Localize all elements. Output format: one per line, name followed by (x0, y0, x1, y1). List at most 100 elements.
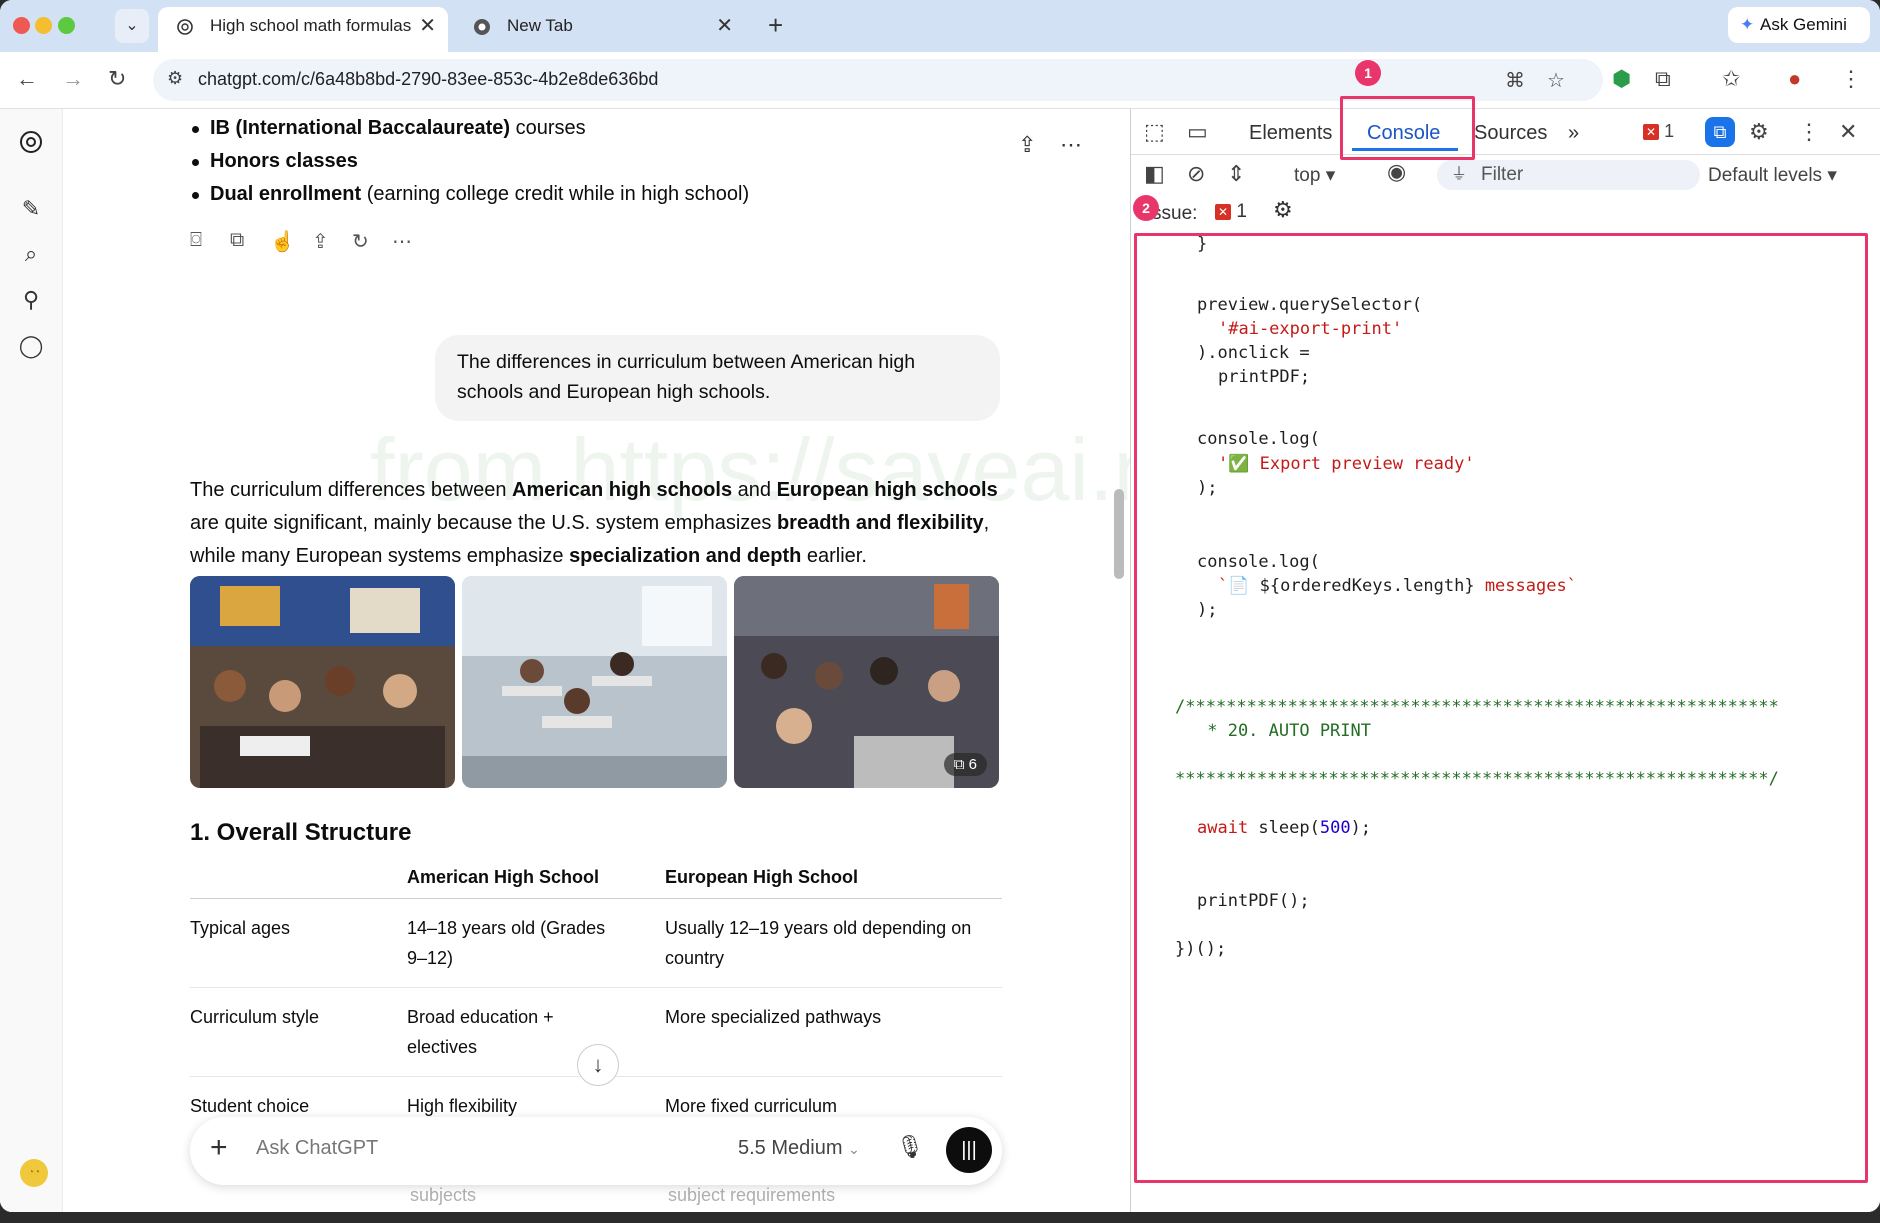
thumbs-icon[interactable]: ☝ (270, 229, 295, 254)
close-devtools-icon[interactable]: ✕ (1839, 119, 1857, 145)
sidebar-toggle-icon[interactable]: ◧ (1144, 161, 1165, 187)
live-expression-eye-icon[interactable]: ◉ (1387, 159, 1406, 185)
tab-sources[interactable]: Sources (1474, 122, 1547, 145)
issues-counter[interactable]: ✕ 1 (1215, 201, 1247, 223)
table-cell: 14–18 years old (Grades 9–12) (407, 898, 665, 988)
bookmark-star-icon[interactable]: ☆ (1547, 68, 1565, 93)
classroom-image[interactable] (190, 576, 455, 788)
tab-new-tab[interactable]: New Tab ✕ (455, 7, 745, 52)
callout-badge: 2 (1133, 195, 1159, 221)
address-bar[interactable]: ⚙ chatgpt.com/c/6a48b8bd-2790-83ee-853c-… (153, 59, 1603, 101)
device-toolbar-icon[interactable]: ▭ (1187, 119, 1208, 145)
tab-chatgpt[interactable]: High school math formulas ✕ (158, 7, 448, 52)
code-line: /***************************************… (1175, 697, 1779, 717)
table-header (190, 857, 407, 899)
voice-mode-button[interactable]: ||| (946, 1127, 992, 1173)
user-avatar[interactable]: ◔◔ (20, 1159, 48, 1187)
pin-icon[interactable]: ⚲ (18, 287, 44, 313)
collapse-icon[interactable]: ⇕ (1227, 161, 1245, 187)
error-icon: ✕ (1643, 124, 1660, 141)
table-cell-partial: subjects (410, 1185, 477, 1205)
list-item: Dual enrollment (earning college credit … (191, 183, 750, 205)
devtools-menu-icon[interactable]: ⋮ (1798, 119, 1820, 145)
page-scrollbar[interactable] (1114, 489, 1124, 579)
console-tab-highlight (1340, 96, 1475, 160)
table-header: European High School (665, 857, 1002, 899)
tab-title: New Tab (507, 16, 573, 35)
code-line: } (1197, 234, 1208, 254)
left-rail: ✎ ⌕ ⚲ ◯ ◔◔ (0, 109, 63, 1212)
ask-gemini-button[interactable]: ✦ Ask Gemini (1728, 7, 1870, 43)
close-tab-icon[interactable]: ✕ (419, 7, 436, 45)
chevron-down-icon: ⌄ (848, 1141, 860, 1157)
console-output: } preview.querySelector( '#ai-export-pri… (1134, 233, 1868, 1183)
minimize-window-button[interactable] (35, 17, 52, 34)
ai-assistance-icon[interactable]: ⧉ (1705, 117, 1735, 147)
classroom-image[interactable] (462, 576, 727, 788)
issues-settings-gear-icon[interactable]: ⚙ (1273, 197, 1293, 223)
translate-icon[interactable]: ⌘ (1505, 68, 1525, 93)
table-cell: Broad education + electives (407, 987, 665, 1077)
close-tab-icon[interactable]: ✕ (716, 7, 733, 45)
reload-icon[interactable]: ↻ (108, 66, 126, 92)
more-options-icon[interactable]: ⋯ (1060, 132, 1082, 158)
chatgpt-favicon-icon (177, 19, 193, 35)
context-selector[interactable]: top ▾ (1294, 164, 1335, 187)
error-counter[interactable]: ✕ 1 (1643, 121, 1674, 142)
clear-console-icon[interactable]: ⊘ (1187, 161, 1205, 187)
code-line: * 20. AUTO PRINT (1197, 721, 1371, 741)
list-item: IB (International Baccalaureate) courses (192, 117, 586, 139)
copy-icon[interactable]: ⧉ (230, 229, 244, 252)
more-tabs-icon[interactable]: » (1568, 122, 1579, 145)
scroll-down-button[interactable]: ↓ (577, 1044, 619, 1086)
error-icon: ✕ (1215, 203, 1232, 220)
browser-menu-icon[interactable]: ⋮ (1840, 66, 1862, 92)
code-line: ).onclick = (1197, 343, 1310, 363)
image-count-badge[interactable]: ⧉ 6 (943, 753, 987, 776)
new-tab-plus-icon[interactable]: + (768, 10, 783, 41)
code-line: await sleep(500); (1197, 818, 1372, 838)
zoom-window-button[interactable] (58, 17, 75, 34)
inspect-element-icon[interactable]: ⬚ (1144, 119, 1165, 145)
share-icon[interactable]: ⇪ (312, 229, 329, 254)
browser-toolbar: ← → ↻ ⚙ chatgpt.com/c/6a48b8bd-2790-83ee… (0, 52, 1880, 109)
browser-window: ⌄ High school math formulas ✕ New Tab ✕ … (0, 0, 1880, 1212)
profile-avatar-icon[interactable]: ● (1788, 66, 1801, 92)
image-gallery: ⧉ 6 (190, 576, 1002, 788)
table-header: American High School (407, 857, 665, 899)
settings-gear-icon[interactable]: ⚙ (1749, 119, 1769, 145)
close-window-button[interactable] (13, 17, 30, 34)
code-line: console.log( (1197, 552, 1320, 572)
search-icon[interactable]: ⌕ (18, 241, 44, 267)
regenerate-icon[interactable]: ↻ (352, 229, 369, 254)
bookmarks-icon[interactable]: ✩ (1722, 66, 1740, 92)
table-row: Typical ages 14–18 years old (Grades 9–1… (190, 898, 1002, 988)
classroom-image[interactable]: ⧉ 6 (734, 576, 999, 788)
code-line: '✅ Export preview ready' (1218, 454, 1475, 474)
code-line: console.log( (1197, 429, 1320, 449)
back-arrow-icon[interactable]: ← (16, 66, 38, 92)
log-levels-dropdown[interactable]: Default levels ▾ (1708, 164, 1837, 187)
tab-elements[interactable]: Elements (1249, 122, 1332, 145)
chatgpt-logo-icon[interactable] (18, 129, 44, 155)
share-icon[interactable]: ⇪ (1018, 132, 1036, 158)
table-header-row: American High School European High Schoo… (190, 857, 1002, 899)
extension-shield-icon[interactable]: ⬢ (1612, 66, 1631, 92)
chat-bubble-icon[interactable]: ◯ (18, 333, 44, 359)
more-icon[interactable]: ⋯ (392, 229, 412, 254)
site-settings-icon[interactable]: ⚙ (167, 68, 183, 89)
comparison-table: American High School European High Schoo… (190, 857, 1002, 1135)
microphone-icon[interactable]: 🎙 (896, 1134, 924, 1160)
chat-input[interactable]: Ask ChatGPT (256, 1137, 378, 1160)
add-attachment-icon[interactable]: + (210, 1131, 228, 1165)
tab-search-chevron-icon[interactable]: ⌄ (115, 9, 149, 43)
forward-arrow-icon[interactable]: → (62, 66, 84, 92)
table-cell-partial: subject requirements (668, 1185, 836, 1205)
extensions-puzzle-icon[interactable]: ⧉ (1655, 66, 1671, 92)
model-selector[interactable]: 5.5 Medium ⌄ (738, 1137, 860, 1160)
filter-input[interactable]: ⏚ Filter (1437, 160, 1700, 190)
camera-icon[interactable]: ⌼ (190, 229, 202, 252)
code-line: ****************************************… (1175, 769, 1779, 789)
new-chat-icon[interactable]: ✎ (18, 196, 44, 222)
chat-composer[interactable]: + Ask ChatGPT 5.5 Medium ⌄ 🎙 ||| (190, 1117, 1002, 1185)
